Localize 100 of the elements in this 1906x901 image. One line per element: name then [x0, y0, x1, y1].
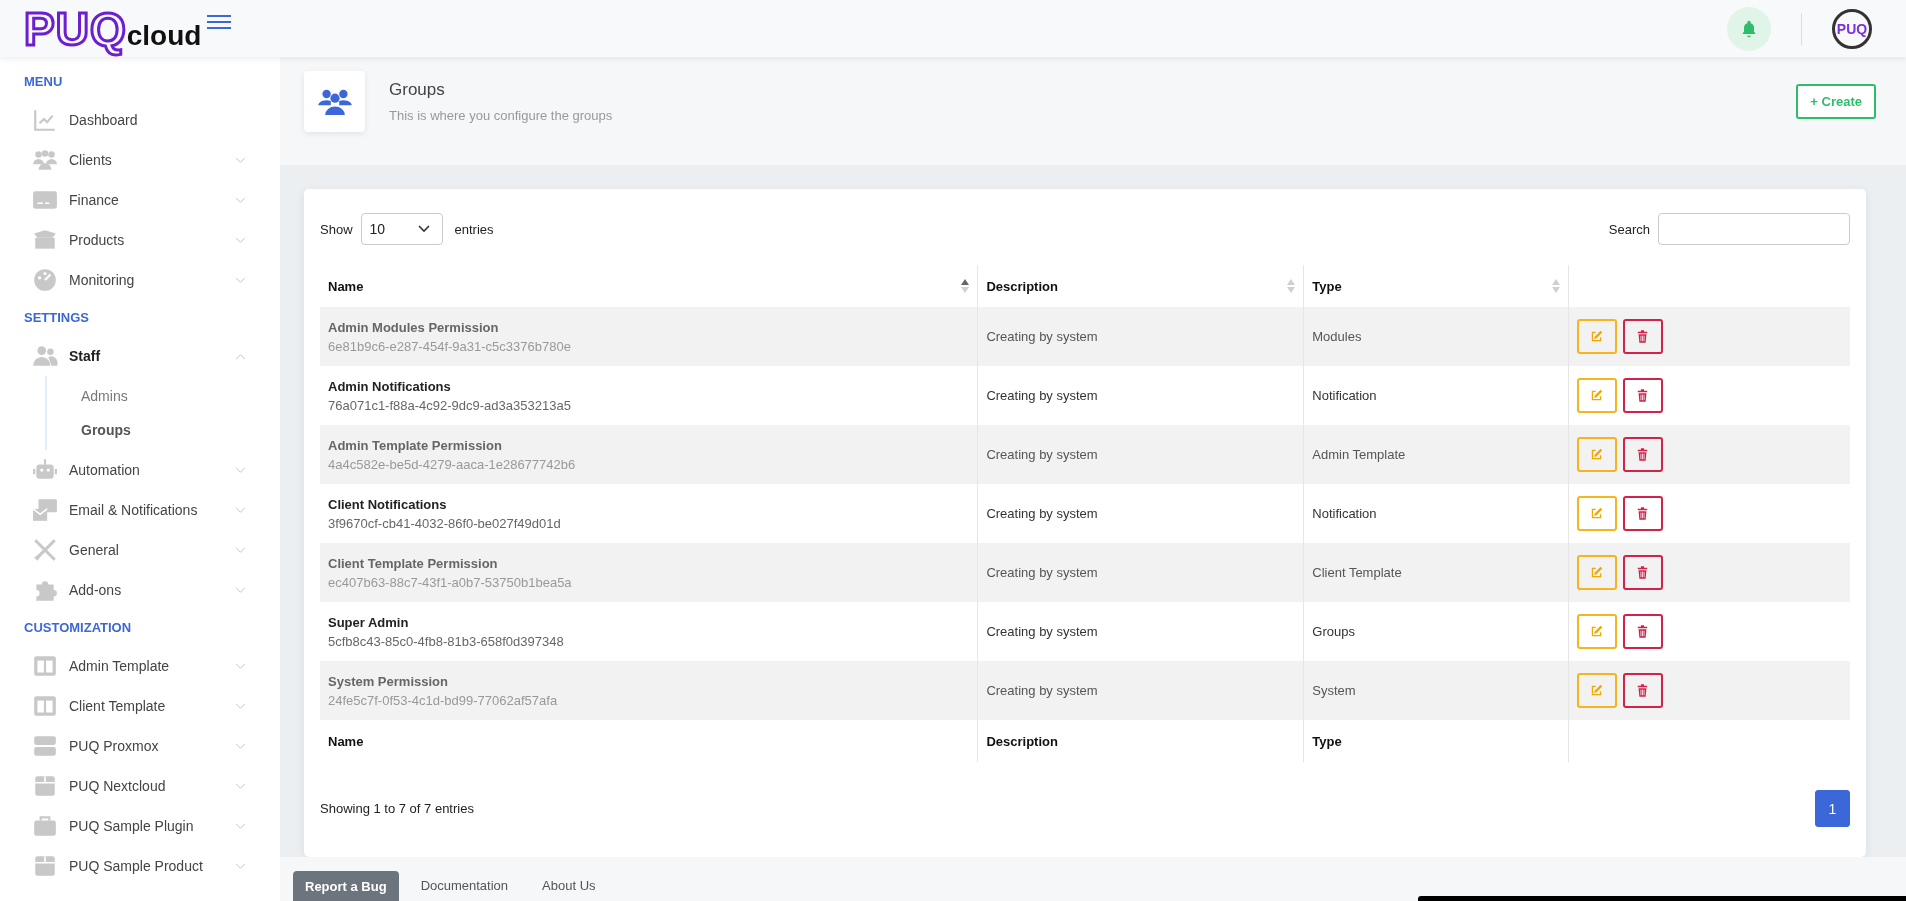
- group-uuid: ec407b63-88c7-43f1-a0b7-53750b1bea5a: [328, 574, 573, 590]
- package-icon: [32, 853, 58, 879]
- sidebar-item[interactable]: Add-ons: [0, 570, 280, 610]
- sidebar-item[interactable]: Finance: [0, 180, 280, 220]
- server-icon: [32, 733, 58, 759]
- chevron-down-icon: [417, 225, 430, 233]
- sidebar-subitem[interactable]: Groups: [47, 413, 280, 447]
- mail-icon: [32, 497, 58, 523]
- description-text: Creating by system: [986, 329, 1098, 344]
- chevron-down-icon: [235, 782, 246, 790]
- search-field[interactable]: [1658, 213, 1850, 245]
- edit-button[interactable]: [1576, 496, 1617, 531]
- pencil-icon: [1590, 566, 1604, 579]
- sidebar-item[interactable]: Automation: [0, 450, 280, 490]
- group-uuid: 5cfb8c43-85c0-4fb8-81b3-658f0d397348: [328, 633, 565, 649]
- sidebar-item[interactable]: PUQ Nextcloud: [0, 766, 280, 806]
- sidebar-subitem[interactable]: Admins: [47, 379, 280, 413]
- chevron-down-icon: [235, 702, 246, 710]
- group-uuid: 3f9670cf-cb41-4032-86f0-be027f49d01d: [328, 515, 562, 531]
- columns-icon: [32, 693, 58, 719]
- trash-icon: [1637, 684, 1649, 697]
- sidebar-item[interactable]: Monitoring: [0, 260, 280, 300]
- edit-button[interactable]: [1576, 673, 1617, 708]
- report-bug-button[interactable]: Report a Bug: [293, 871, 399, 901]
- sidebar-item[interactable]: Staff: [0, 336, 280, 376]
- edit-button[interactable]: [1576, 555, 1617, 590]
- sidebar-item[interactable]: Client Template: [0, 686, 280, 726]
- type-text: Admin Template: [1312, 447, 1406, 462]
- delete-button[interactable]: [1622, 378, 1663, 413]
- chevron-down-icon: [235, 506, 246, 514]
- show-label: Show: [320, 221, 353, 237]
- pencil-icon: [1590, 330, 1604, 343]
- edit-button[interactable]: [1576, 437, 1617, 472]
- trash-icon: [1637, 330, 1649, 343]
- description-text: Creating by system: [986, 565, 1098, 580]
- group-uuid: 6e81b9c6-e287-454f-9a31-c5c3376b780e: [328, 338, 572, 354]
- pencil-icon: [1590, 389, 1604, 402]
- delete-button[interactable]: [1622, 496, 1663, 531]
- trash-icon: [1637, 389, 1649, 402]
- sidebar-item[interactable]: Products: [0, 220, 280, 260]
- sidebar-item[interactable]: PUQ Sample Plugin: [0, 806, 280, 846]
- edit-button[interactable]: [1576, 378, 1617, 413]
- trash-icon: [1637, 448, 1649, 461]
- trash-icon: [1637, 507, 1649, 520]
- notifications-button[interactable]: [1727, 6, 1771, 51]
- briefcase-icon: [32, 813, 58, 839]
- chevron-down-icon: [235, 276, 246, 284]
- chevron-up-icon: [235, 352, 246, 360]
- entries-select[interactable]: 10: [360, 213, 443, 245]
- chevron-down-icon: [235, 236, 246, 244]
- sidebar-item[interactable]: General: [0, 530, 280, 570]
- chevron-down-icon: [235, 546, 246, 554]
- chevron-down-icon: [235, 662, 246, 670]
- sidebar-item[interactable]: Email & Notifications: [0, 490, 280, 530]
- group-uuid: 76a071c1-f88a-4c92-9dc9-ad3a353213a5: [328, 397, 572, 413]
- chart-icon: [32, 107, 58, 133]
- edit-button[interactable]: [1576, 319, 1617, 354]
- group-name: System Permission: [328, 673, 449, 689]
- column-footer: Type: [1303, 720, 1569, 762]
- sidebar-item[interactable]: Dashboard: [0, 100, 280, 140]
- column-footer: Description: [977, 720, 1304, 762]
- page-button[interactable]: 1: [1815, 790, 1850, 827]
- menu-icon[interactable]: [207, 13, 232, 30]
- section-heading: MENU: [23, 73, 64, 91]
- type-text: System: [1312, 683, 1356, 698]
- delete-button[interactable]: [1622, 555, 1663, 590]
- sidebar-item[interactable]: Clients: [0, 140, 280, 180]
- sidebar-item[interactable]: PUQ Proxmox: [0, 726, 280, 766]
- type-text: Notification: [1312, 388, 1377, 403]
- delete-button[interactable]: [1622, 319, 1663, 354]
- description-text: Creating by system: [986, 624, 1098, 639]
- section-heading: SETTINGS: [23, 309, 90, 327]
- page-subtitle: This is where you configure the groups: [389, 107, 614, 123]
- sidebar-item[interactable]: Admin Template: [0, 646, 280, 686]
- delete-button[interactable]: [1622, 673, 1663, 708]
- pencil-icon: [1590, 684, 1604, 697]
- users-icon: [32, 147, 58, 173]
- type-text: Notification: [1312, 506, 1377, 521]
- column-footer: Name: [320, 720, 978, 762]
- edit-button[interactable]: [1576, 614, 1617, 649]
- package-icon: [32, 773, 58, 799]
- group-name: Client Template Permission: [328, 555, 499, 571]
- group-uuid: 24fe5c7f-0f53-4c1d-bd99-77062af57afa: [328, 692, 559, 708]
- delete-button[interactable]: [1622, 614, 1663, 649]
- description-text: Creating by system: [986, 388, 1098, 403]
- footer-link[interactable]: About Us: [530, 871, 608, 901]
- delete-button[interactable]: [1622, 437, 1663, 472]
- description-text: Creating by system: [986, 447, 1098, 462]
- chevron-down-icon: [235, 742, 246, 750]
- section-heading: CUSTOMIZATION: [23, 619, 133, 637]
- group-uuid: 4a4c582e-be5d-4279-aaca-1e28677742b6: [328, 456, 577, 472]
- chevron-down-icon: [235, 862, 246, 870]
- group-name: Super Admin: [328, 614, 410, 630]
- pencil-icon: [1590, 507, 1604, 520]
- group-name: Admin Notifications: [328, 378, 452, 394]
- avatar[interactable]: PUQ: [1832, 8, 1872, 49]
- description-text: Creating by system: [986, 506, 1098, 521]
- sidebar-item[interactable]: PUQ Sample Product: [0, 846, 280, 886]
- footer-link[interactable]: Documentation: [408, 871, 521, 901]
- type-text: Groups: [1312, 624, 1355, 639]
